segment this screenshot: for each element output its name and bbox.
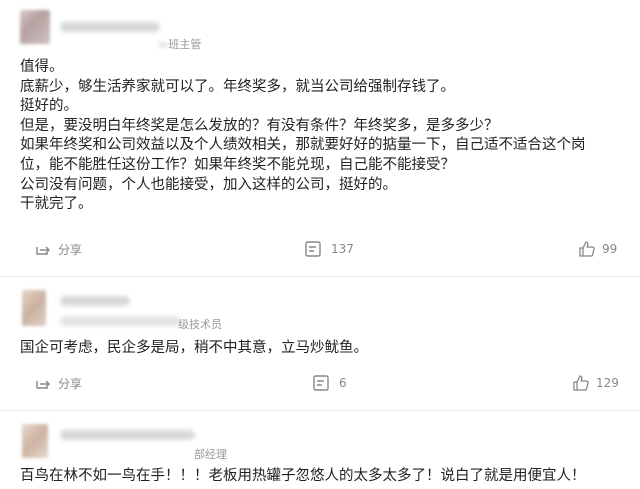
- share-label: 分享: [58, 242, 83, 257]
- comment-body: 值得。 底薪少，够生活养家就可以了。年终奖多，就当公司给强制存钱了。 挺好的。 …: [20, 58, 625, 215]
- share-button[interactable]: 分享: [34, 238, 82, 260]
- comment-line: 值得。: [20, 59, 64, 75]
- user-role: 级技术员: [178, 318, 222, 331]
- divider: [0, 276, 640, 277]
- username-blurred[interactable]: [60, 430, 195, 440]
- comment-count: 6: [339, 376, 347, 390]
- comment-body: 国企可考虑，民企多是局，稍不中其意，立马炒鱿鱼。: [20, 339, 625, 359]
- avatar[interactable]: [20, 10, 50, 44]
- avatar[interactable]: [22, 290, 46, 326]
- comment-icon: [312, 374, 330, 392]
- like-button[interactable]: 99: [578, 238, 617, 260]
- user-role: 部经理: [194, 448, 227, 461]
- user-role: **班主管 ▬班主管: [158, 38, 202, 51]
- share-label: 分享: [58, 376, 83, 391]
- share-button[interactable]: 分享: [34, 372, 82, 394]
- like-count: 99: [602, 242, 618, 256]
- comment-button[interactable]: 137: [304, 238, 354, 260]
- comment-count: 137: [331, 242, 354, 256]
- avatar[interactable]: [22, 424, 48, 458]
- like-count: 129: [596, 376, 619, 390]
- comment-line: 位，能不能胜任这份工作？如果年终奖不能兑现，自己能不能接受？: [20, 156, 455, 173]
- comment-body: 百鸟在林不如一鸟在手！！！老板用热罐子忽悠人的太多太多了！说白了就是用便宜人！: [20, 467, 625, 487]
- comment-line: 国企可考虑，民企多是局，稍不中其意，立马炒鱿鱼。: [20, 340, 368, 356]
- comment-button[interactable]: 6: [312, 372, 347, 394]
- comment-line: 如果年终奖和公司效益以及个人绩效相关，那就要好好的掂量一下，自己适不适合这个岗: [20, 137, 586, 154]
- comment-line: 干就完了。: [20, 196, 93, 213]
- comment-line: 但是，要没明白年终奖是怎么发放的？有没有条件？年终奖多，是多多少？: [20, 117, 499, 134]
- share-icon: [34, 375, 52, 391]
- divider: [0, 410, 640, 411]
- thumbs-up-icon: [572, 374, 590, 392]
- username-blurred[interactable]: [60, 22, 160, 32]
- username-blurred: [60, 316, 180, 326]
- username-blurred[interactable]: [60, 296, 130, 306]
- comment-actions: 分享 6 129: [0, 372, 640, 394]
- comment-line: 百鸟在林不如一鸟在手！！！老板用热罐子忽悠人的太多太多了！说白了就是用便宜人！: [20, 468, 586, 484]
- comment-line: 公司没有问题，个人也能接受，加入这样的公司，挺好的。: [20, 176, 397, 193]
- comment-icon: [304, 240, 322, 258]
- thumbs-up-icon: [578, 240, 596, 258]
- comment-line: 底薪少，够生活养家就可以了。年终奖多，就当公司给强制存钱了。: [20, 78, 455, 95]
- comment-line: 挺好的。: [20, 98, 78, 115]
- share-icon: [34, 241, 52, 257]
- like-button[interactable]: 129: [572, 372, 619, 394]
- comment-actions: 分享 137 99: [0, 238, 640, 260]
